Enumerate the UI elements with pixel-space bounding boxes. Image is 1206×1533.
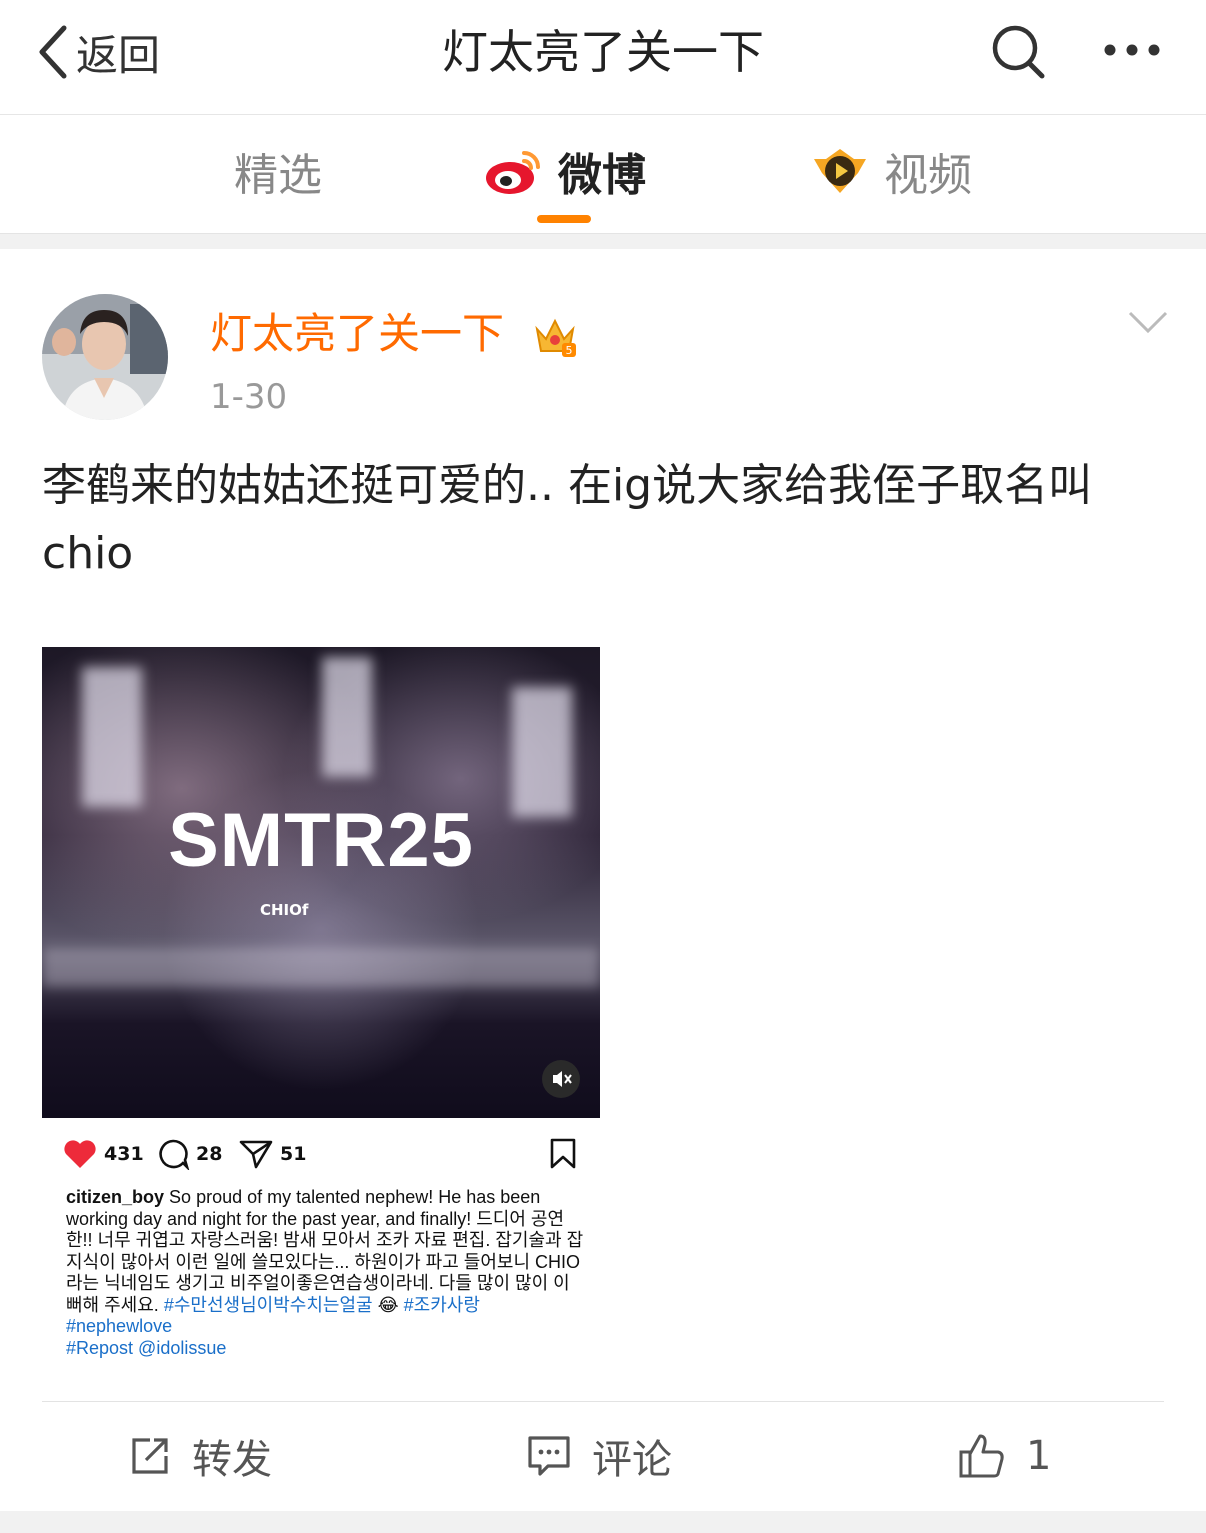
comment-label: 评论: [592, 1437, 672, 1483]
phone-status-bar: [42, 619, 600, 647]
caption-repost: #Repost @idolissue: [66, 1337, 227, 1358]
avatar[interactable]: [42, 294, 168, 420]
heart-icon: [64, 1140, 96, 1168]
vip-crown-icon: 5: [535, 318, 576, 357]
thumbs-up-icon: [959, 1434, 1004, 1478]
post-text: 李鹤来的姑姑还挺可爱的.. 在ig说大家给我侄子取名叫chio: [42, 460, 1093, 579]
tab-label: 精选: [234, 150, 322, 201]
ig-comment-count: 28: [196, 1143, 223, 1165]
ig-like-count: 431: [104, 1143, 144, 1165]
repost-icon: [132, 1438, 168, 1474]
video-frame: SMTR25 CHIOf: [42, 647, 600, 1118]
section-divider: [0, 233, 1206, 250]
search-icon[interactable]: [988, 22, 1046, 80]
comment-button[interactable]: 评论: [526, 1430, 672, 1483]
tab-label: 微博: [558, 150, 646, 201]
tab-bar: 精选 微博 视频: [0, 115, 1206, 233]
section-divider: [0, 1511, 1206, 1533]
mute-button[interactable]: [542, 1060, 580, 1098]
caption-username: citizen_boy: [66, 1187, 165, 1207]
comment-icon: [528, 1436, 570, 1476]
tab-video[interactable]: 视频: [808, 141, 972, 201]
video-overlay-title: SMTR25: [168, 798, 474, 883]
top-navigation-bar: 返回 灯太亮了关一下: [0, 0, 1206, 115]
tab-featured[interactable]: 精选: [234, 141, 322, 201]
weibo-post-card: 灯太亮了关一下 5 1-30 李鹤来的姑姑还挺可爱的.. 在ig说大家给我侄子取…: [0, 249, 1206, 1511]
tab-weibo[interactable]: 微博: [484, 141, 646, 201]
weibo-logo-icon: [486, 151, 540, 194]
ig-share-count: 51: [280, 1143, 307, 1165]
video-overlay-subtitle: CHIOf: [260, 901, 309, 919]
caption-hashtag: #조카사랑: [403, 1294, 480, 1315]
svg-text:5: 5: [566, 344, 573, 357]
like-count: 1: [1026, 1433, 1052, 1479]
bookmark-icon: [550, 1138, 576, 1169]
ig-like: 431: [62, 1138, 144, 1170]
instagram-actions: 431 28 51: [42, 1118, 600, 1188]
send-icon: [239, 1140, 273, 1169]
ig-comment: 28: [156, 1138, 222, 1170]
video-channel-icon: [814, 149, 866, 193]
tab-label: 视频: [884, 150, 972, 201]
chevron-down-icon[interactable]: [1126, 307, 1170, 337]
caption-emoji: 😂: [377, 1294, 399, 1315]
ig-share: 51: [238, 1138, 306, 1170]
more-options-icon[interactable]: [1100, 30, 1164, 70]
post-image[interactable]: SMTR25 CHIOf 431 28 51 citizen_boy So pr…: [42, 619, 600, 1369]
active-tab-indicator: [537, 215, 591, 223]
caption-hashtag: #수만선생님이박수치는얼굴: [163, 1294, 373, 1315]
repost-button[interactable]: 转发: [128, 1430, 272, 1483]
repost-label: 转发: [192, 1437, 272, 1483]
comment-bubble-icon: [159, 1139, 190, 1170]
instagram-caption: citizen_boy So proud of my talented neph…: [66, 1187, 586, 1359]
post-time: 1-30: [210, 377, 288, 417]
caption-hashtag: #nephewlove: [66, 1316, 173, 1336]
post-action-bar: 转发 评论 1: [0, 1402, 1206, 1511]
author-name[interactable]: 灯太亮了关一下: [210, 307, 504, 361]
like-button[interactable]: 1: [958, 1430, 1051, 1482]
speaker-muted-icon: [553, 1071, 572, 1087]
